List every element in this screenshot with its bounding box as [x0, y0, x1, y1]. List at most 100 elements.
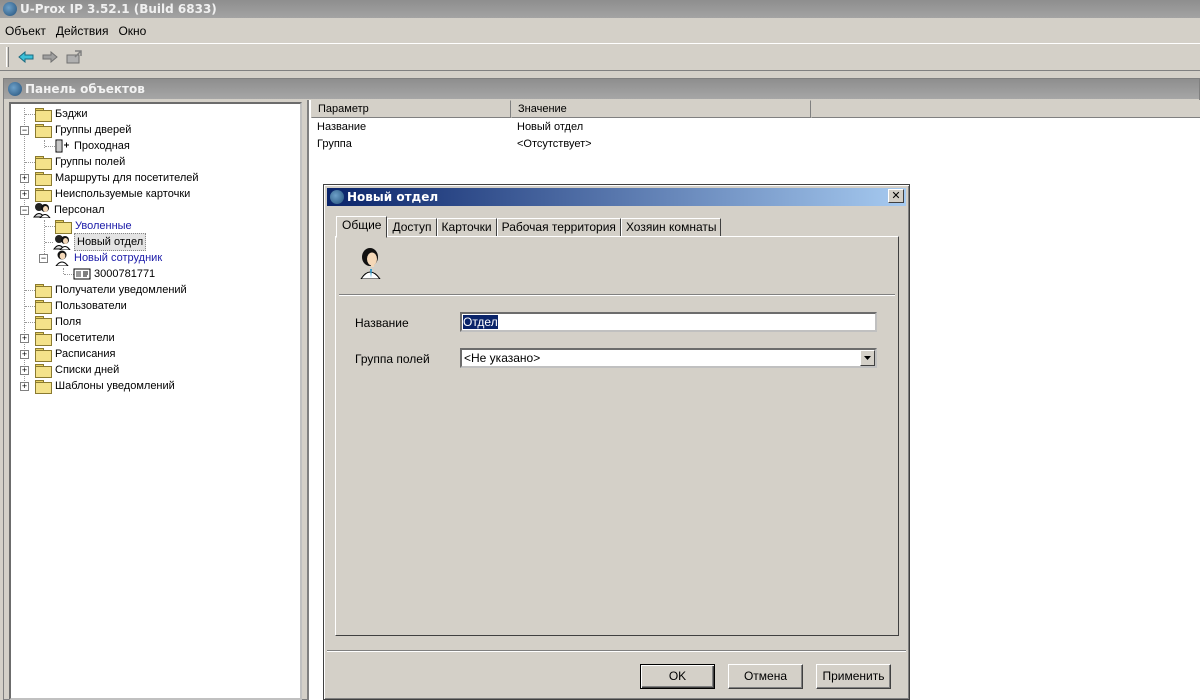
tab-work-area[interactable]: Рабочая территория: [496, 218, 621, 237]
folder-icon: [35, 108, 52, 122]
tree-item-label: 3000781771: [94, 268, 156, 280]
expand-toggle[interactable]: +: [20, 190, 29, 199]
toolbar-grip[interactable]: [6, 47, 9, 67]
new-department-dialog: Новый отдел ✕ Общие Доступ Карточки Рабо…: [323, 184, 910, 700]
tree-item-label: Шаблоны уведомлений: [55, 380, 175, 392]
tree-item-checkpoint[interactable]: Проходная: [53, 138, 130, 154]
tree-item-field-groups[interactable]: Группы полей: [35, 154, 125, 170]
tab-cards[interactable]: Карточки: [436, 218, 497, 237]
grid-cell-param[interactable]: Название: [317, 119, 366, 135]
expand-toggle[interactable]: +: [20, 174, 29, 183]
collapse-toggle[interactable]: −: [39, 254, 48, 263]
tree-item-users[interactable]: Пользователи: [35, 298, 127, 314]
tree-item-visitor-routes[interactable]: Маршруты для посетителей: [35, 170, 199, 186]
tree-item-label: Маршруты для посетителей: [55, 172, 199, 184]
folder-icon: [35, 380, 52, 394]
column-header-value[interactable]: Значение: [511, 100, 811, 118]
close-button[interactable]: ✕: [888, 189, 904, 203]
folder-icon: [35, 300, 52, 314]
panel-title-text: Панель объектов: [25, 82, 145, 96]
expand-toggle[interactable]: +: [20, 350, 29, 359]
app-icon: [3, 2, 17, 16]
dialog-titlebar[interactable]: Новый отдел ✕: [327, 188, 906, 206]
folder-icon: [35, 172, 52, 186]
field-group-value: <Не указано>: [464, 351, 541, 365]
tree-item-personnel[interactable]: Персонал: [33, 202, 105, 218]
forward-button[interactable]: [39, 46, 61, 68]
apply-button[interactable]: Применить: [816, 664, 891, 689]
panel-title: Панель объектов: [4, 79, 1199, 99]
expand-toggle[interactable]: +: [20, 366, 29, 375]
tree-item-label: Персонал: [54, 204, 105, 216]
tree-item-label: Новый отдел: [74, 233, 147, 251]
column-header-parameter[interactable]: Параметр: [311, 100, 511, 118]
folder-icon: [35, 188, 52, 202]
tree-item-label: Группы полей: [55, 156, 126, 168]
tab-room-owner[interactable]: Хозяин комнаты: [620, 218, 722, 237]
tree-item-notification-recipients[interactable]: Получатели уведомлений: [35, 282, 187, 298]
grid-cell-value[interactable]: Новый отдел: [517, 119, 583, 135]
ok-button[interactable]: OK: [640, 664, 715, 689]
grid-cell-param[interactable]: Группа: [317, 136, 352, 152]
tree-item-label: Неиспользуемые карточки: [55, 188, 191, 200]
arrow-right-icon: [42, 51, 58, 63]
tab-panel-general: Название Отдел Группа полей <Не указано>: [335, 236, 899, 636]
tree-item-door-groups[interactable]: Группы дверей: [35, 122, 131, 138]
cancel-button[interactable]: Отмена: [728, 664, 803, 689]
window-titlebar: U-Prox IP 3.52.1 (Build 6833): [0, 0, 1200, 18]
expand-toggle[interactable]: +: [20, 334, 29, 343]
tree-item-label: Поля: [55, 316, 82, 328]
arrow-left-icon: [18, 51, 34, 63]
card-icon: [73, 266, 91, 282]
menubar: Объект Действия Окно: [0, 20, 1200, 42]
folder-icon: [35, 332, 52, 346]
name-input[interactable]: Отдел: [460, 312, 877, 332]
dropdown-button[interactable]: [860, 350, 875, 366]
expand-toggle[interactable]: +: [20, 382, 29, 391]
grid-cell-value[interactable]: <Отсутствует>: [517, 136, 592, 152]
folder-icon: [35, 316, 52, 330]
dialog-tabs: Общие Доступ Карточки Рабочая территория…: [336, 215, 722, 238]
object-tree[interactable]: Бэджи − Группы дверей Проходная Группы п…: [9, 102, 302, 700]
menu-actions[interactable]: Действия: [51, 24, 114, 38]
tree-item-label: Пользователи: [55, 300, 127, 312]
panel-icon: [8, 82, 22, 96]
tree-item-schedules[interactable]: Расписания: [35, 346, 115, 362]
folder-icon: [35, 284, 52, 298]
tab-access[interactable]: Доступ: [387, 218, 437, 237]
tree-item-label: Уволенные: [75, 220, 132, 232]
menu-window[interactable]: Окно: [113, 24, 151, 38]
chevron-down-icon: [864, 356, 871, 360]
separator: [339, 294, 895, 296]
column-header-empty: [811, 100, 1200, 118]
tree-item-fired[interactable]: Уволенные: [55, 218, 132, 234]
up-folder-button[interactable]: [63, 46, 85, 68]
window-title: U-Prox IP 3.52.1 (Build 6833): [20, 2, 217, 16]
tree-item-label: Расписания: [55, 348, 116, 360]
tree-item-unused-cards[interactable]: Неиспользуемые карточки: [35, 186, 190, 202]
tree-item-day-lists[interactable]: Списки дней: [35, 362, 119, 378]
tree-item-new-department[interactable]: Новый отдел: [53, 233, 147, 251]
tree-item-notification-templates[interactable]: Шаблоны уведомлений: [35, 378, 175, 394]
folder-icon: [35, 364, 52, 378]
menu-object[interactable]: Объект: [0, 24, 51, 38]
name-label: Название: [355, 316, 409, 330]
tree-item-label: Бэджи: [55, 108, 88, 120]
tree-item-card[interactable]: 3000781771: [73, 266, 155, 282]
tree-item-visitors[interactable]: Посетители: [35, 330, 115, 346]
tree-item-badges[interactable]: Бэджи: [35, 106, 88, 122]
tab-general[interactable]: Общие: [336, 216, 388, 238]
tree-item-fields[interactable]: Поля: [35, 314, 81, 330]
name-input-value: Отдел: [463, 315, 498, 329]
field-group-select[interactable]: <Не указано>: [460, 348, 877, 368]
tree-item-label: Группы дверей: [55, 124, 132, 136]
collapse-toggle[interactable]: −: [20, 206, 29, 215]
collapse-toggle[interactable]: −: [20, 126, 29, 135]
tree-item-new-employee[interactable]: Новый сотрудник: [53, 250, 162, 266]
tree-item-label: Получатели уведомлений: [55, 284, 187, 296]
dialog-title: Новый отдел: [347, 190, 439, 204]
tree-item-label: Списки дней: [55, 364, 120, 376]
tree-item-label: Посетители: [55, 332, 115, 344]
back-button[interactable]: [15, 46, 37, 68]
tree-item-label: Новый сотрудник: [74, 252, 163, 264]
